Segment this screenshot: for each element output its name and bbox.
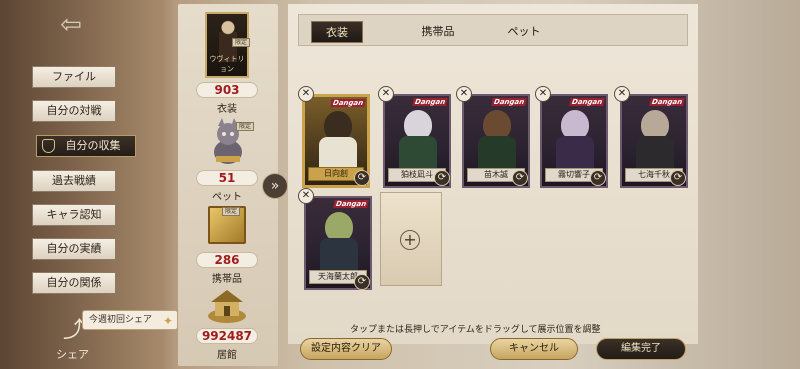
close-icon[interactable]: ✕: [378, 86, 394, 102]
game-logo: Dangan: [649, 98, 685, 106]
hint-text: タップまたは長押しでアイテムをドラッグして展示位置を調整: [350, 325, 601, 335]
nav-my-achievements[interactable]: 自分の実績: [32, 238, 116, 260]
swap-icon[interactable]: ⟳: [354, 274, 370, 290]
character-body: [319, 137, 357, 171]
character-body: [478, 136, 516, 170]
character-body: [320, 238, 358, 272]
swap-icon[interactable]: ⟳: [354, 170, 370, 186]
nav-my-relations[interactable]: 自分の関係: [32, 272, 116, 294]
house-label[interactable]: 居館: [196, 346, 258, 361]
star-icon: ✦: [162, 314, 173, 328]
tab-costume[interactable]: 衣装: [311, 21, 363, 43]
done-button[interactable]: 編集完了: [596, 338, 686, 360]
plus-icon[interactable]: +: [400, 230, 420, 250]
portrait-name: ウヴィトリョン: [209, 55, 245, 73]
close-icon[interactable]: ✕: [614, 86, 630, 102]
character-body: [399, 136, 437, 170]
shield-icon: [42, 139, 55, 153]
game-logo: Dangan: [491, 98, 527, 106]
tab-pets[interactable]: ペット: [489, 21, 559, 43]
character-body: [556, 136, 594, 170]
game-logo: Dangan: [412, 98, 448, 106]
tab-bar: 衣装 携帯品 ペット: [298, 14, 688, 46]
close-icon[interactable]: ✕: [535, 86, 551, 102]
close-icon[interactable]: ✕: [298, 86, 314, 102]
close-icon[interactable]: ✕: [298, 188, 314, 204]
costume-count: 903: [196, 82, 258, 98]
expand-arrow-button[interactable]: »: [262, 173, 288, 199]
limited-badge: 限定: [232, 38, 250, 47]
game-logo: Dangan: [569, 98, 605, 106]
share-label[interactable]: シェア: [56, 346, 89, 362]
character-body: [636, 136, 674, 170]
swap-icon[interactable]: ⟳: [434, 170, 450, 186]
share-tag-text: 今週初回シェア: [89, 315, 153, 325]
pet-count: 51: [196, 170, 258, 186]
swap-icon[interactable]: ⟳: [670, 170, 686, 186]
tab-items[interactable]: 携帯品: [403, 21, 473, 43]
item-limited-badge: 限定: [222, 207, 240, 216]
back-icon[interactable]: ⇦: [56, 10, 86, 40]
nav-file[interactable]: ファイル: [32, 66, 116, 88]
item-label[interactable]: 携帯品: [196, 270, 258, 285]
nav-character-recognition[interactable]: キャラ認知: [32, 204, 116, 226]
house-count: 992487: [196, 328, 258, 344]
close-icon[interactable]: ✕: [456, 86, 472, 102]
cancel-button[interactable]: キャンセル: [490, 338, 578, 360]
collection-screen: ⇦ ファイル 自分の対戦 自分の収集 過去戦績 キャラ認知 自分の実績 自分の関…: [0, 0, 800, 369]
pet-limited-badge: 限定: [236, 122, 254, 131]
item-count: 286: [196, 252, 258, 268]
swap-icon[interactable]: ⟳: [590, 170, 606, 186]
game-logo: Dangan: [333, 200, 369, 208]
reset-button[interactable]: 設定内容クリア: [300, 338, 392, 360]
game-logo: Dangan: [330, 99, 366, 107]
house-icon[interactable]: [206, 290, 248, 324]
nav-my-collection[interactable]: 自分の収集: [36, 135, 136, 157]
nav-my-collection-label: 自分の収集: [65, 139, 121, 152]
share-bonus-tag: 今週初回シェア ✦: [82, 310, 178, 330]
costume-label[interactable]: 衣装: [196, 100, 258, 115]
pet-label[interactable]: ペット: [196, 188, 258, 203]
nav-past-records[interactable]: 過去戦績: [32, 170, 116, 192]
nav-my-battles[interactable]: 自分の対戦: [32, 100, 116, 122]
swap-icon[interactable]: ⟳: [512, 170, 528, 186]
